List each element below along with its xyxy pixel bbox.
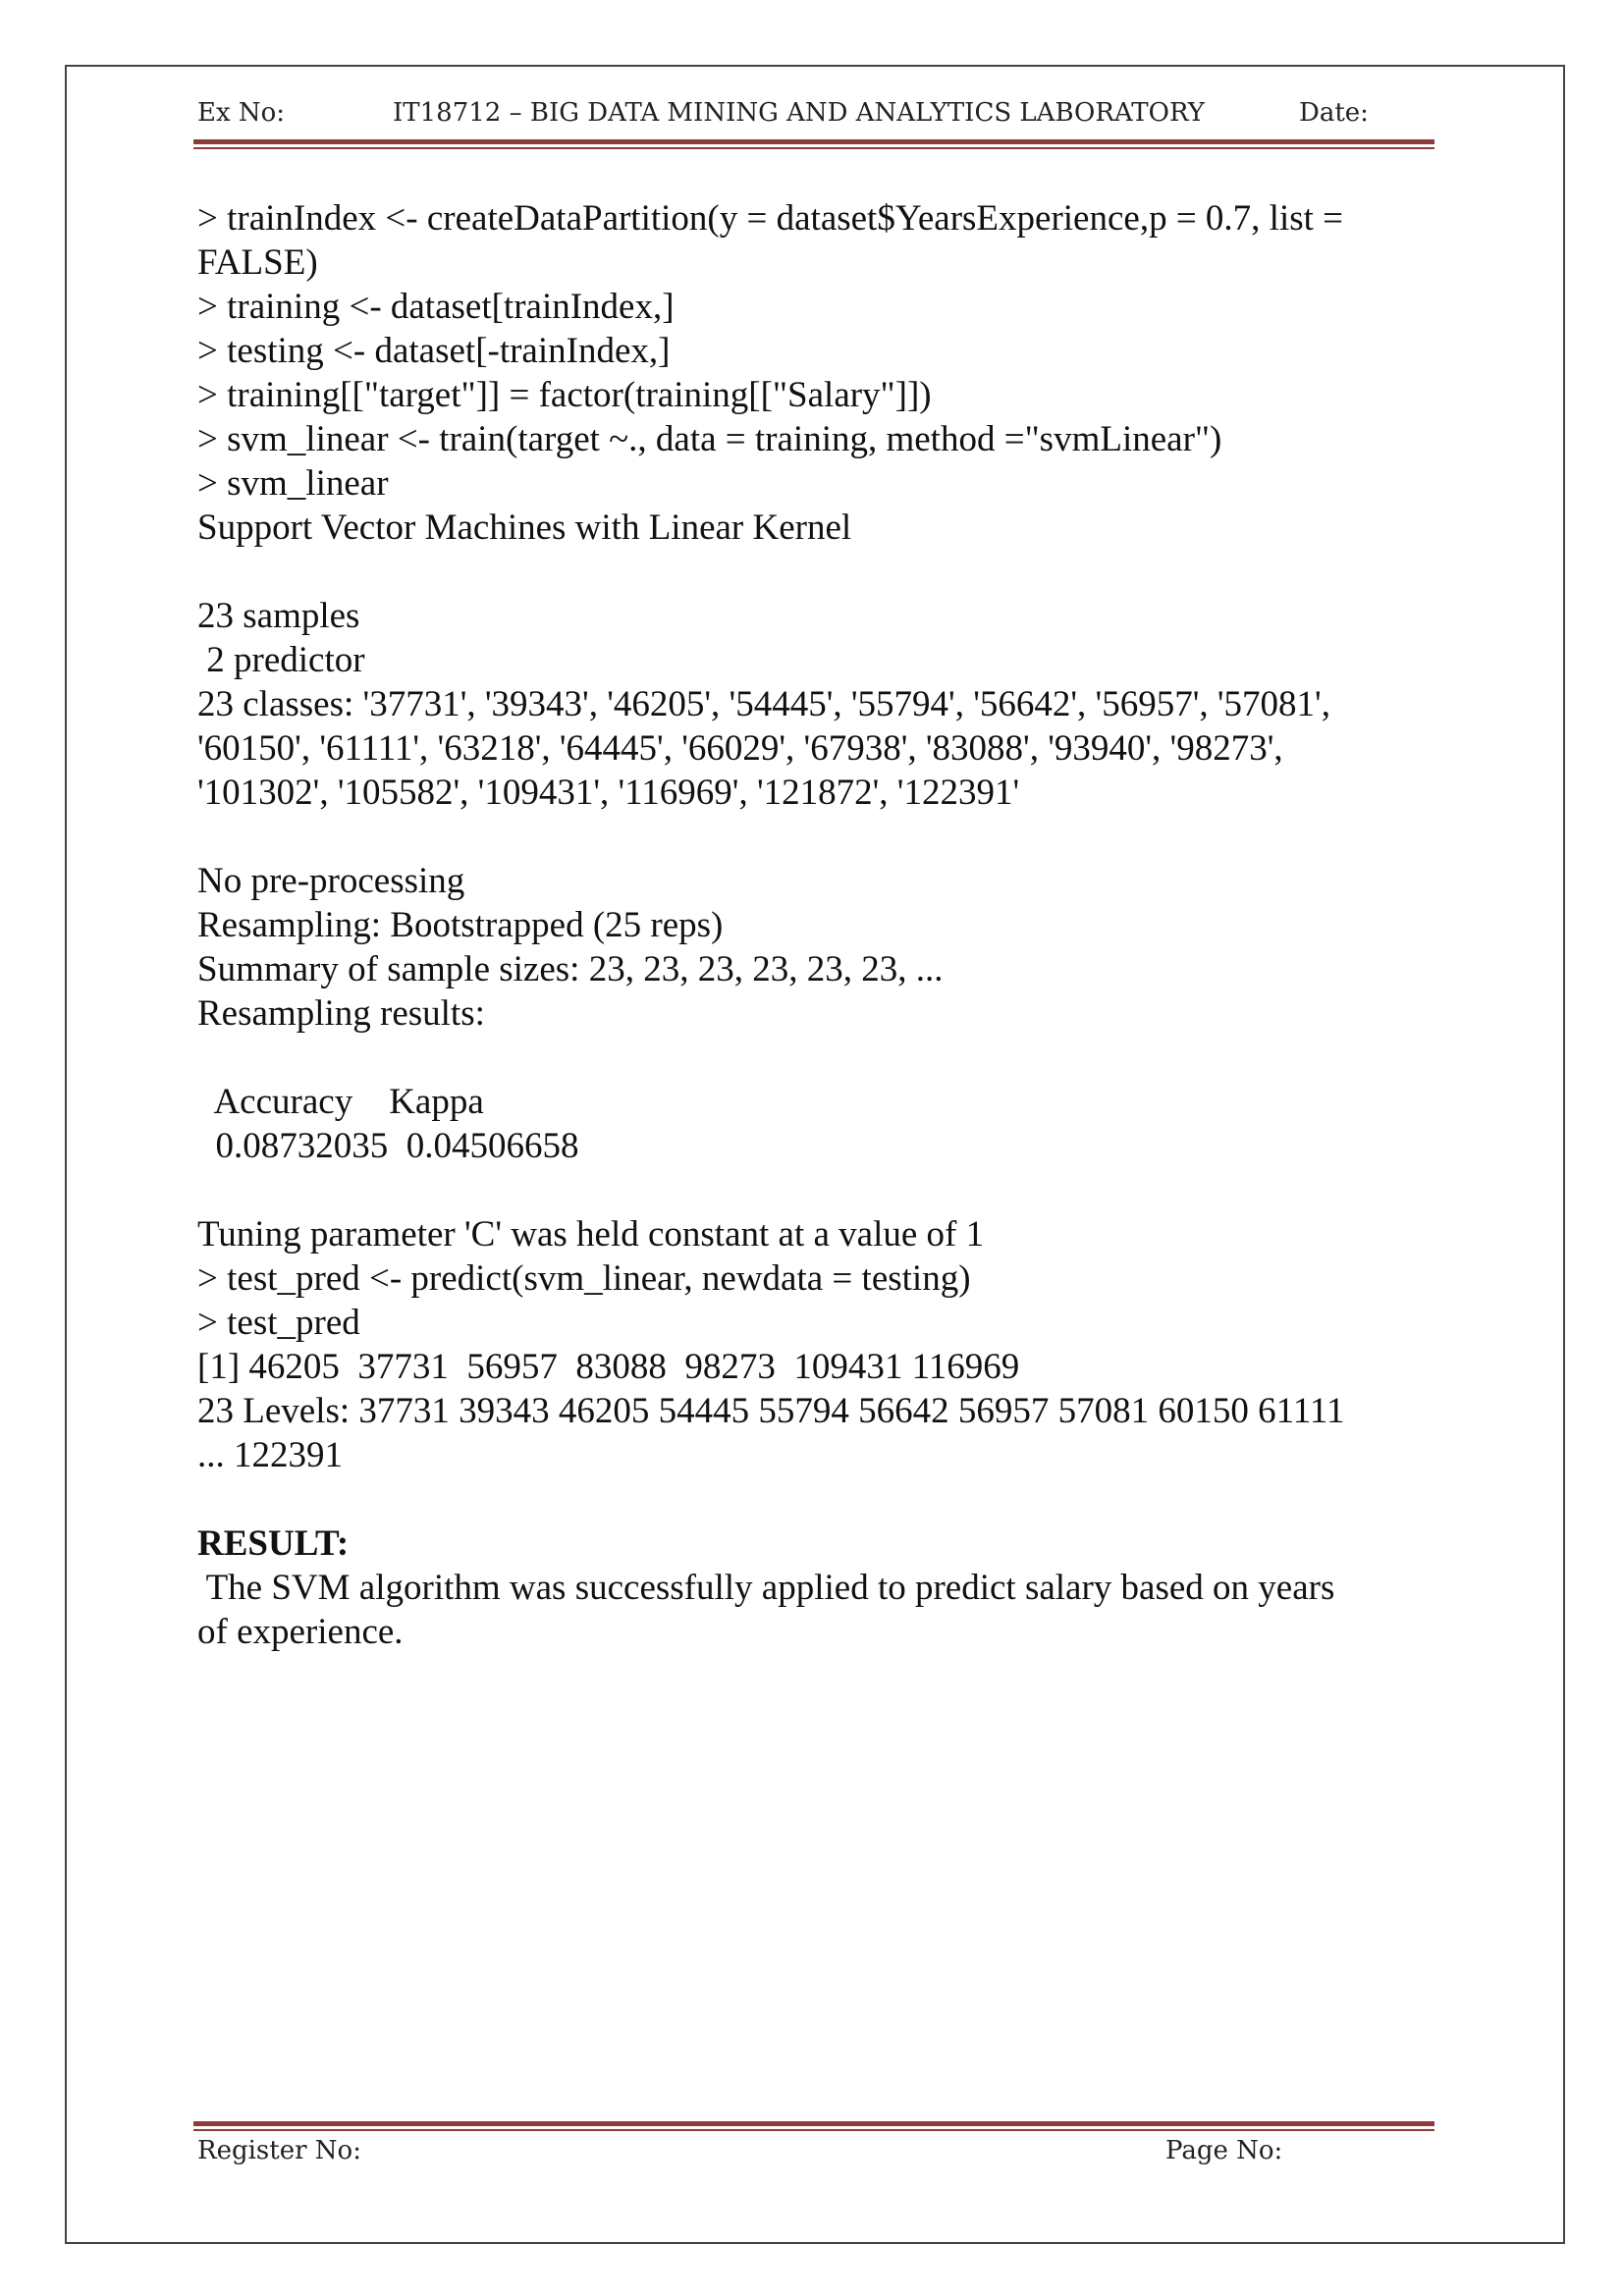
code-line: > training <- dataset[trainIndex,] — [197, 287, 675, 327]
code-line: > testing <- dataset[-trainIndex,] — [197, 331, 671, 371]
code-line: [1] 46205 37731 56957 83088 98273 109431… — [197, 1347, 1020, 1387]
code-line: Resampling results: — [197, 993, 485, 1034]
code-line: > svm_linear — [197, 463, 389, 504]
code-output-block: > trainIndex <- createDataPartition(y = … — [197, 196, 1434, 1522]
code-line: 2 predictor — [197, 640, 365, 680]
result-line: The SVM algorithm was successfully appli… — [197, 1568, 1335, 1608]
code-line: Resampling: Bootstrapped (25 reps) — [197, 905, 724, 945]
code-line: '101302', '105582', '109431', '116969', … — [197, 773, 1020, 813]
result-heading: RESULT: — [197, 1523, 350, 1564]
code-line: 23 classes: '37731', '39343', '46205', '… — [197, 684, 1330, 724]
header-rule-thin — [193, 147, 1434, 149]
code-line: Accuracy Kappa — [197, 1082, 484, 1122]
code-line: ... 122391 — [197, 1435, 343, 1475]
code-line: No pre-processing — [197, 861, 465, 901]
code-line: '60150', '61111', '63218', '64445', '660… — [197, 728, 1283, 769]
footer-rule-thin — [193, 2129, 1434, 2131]
code-line: > trainIndex <- createDataPartition(y = … — [197, 198, 1344, 239]
code-line: FALSE) — [197, 242, 318, 283]
code-line: Summary of sample sizes: 23, 23, 23, 23,… — [197, 949, 944, 989]
course-title: IT18712 – BIG DATA MINING AND ANALYTICS … — [393, 98, 1205, 128]
document-body: > trainIndex <- createDataPartition(y = … — [197, 196, 1434, 1654]
code-line: > svm_linear <- train(target ~., data = … — [197, 419, 1222, 459]
code-line: 0.08732035 0.04506658 — [197, 1126, 579, 1166]
page-no-label: Page No: — [1165, 2136, 1283, 2165]
code-line: Support Vector Machines with Linear Kern… — [197, 507, 852, 548]
footer-rule-thick — [193, 2121, 1434, 2126]
header-rule-thick — [193, 139, 1434, 144]
ex-no-label: Ex No: — [197, 98, 286, 128]
date-label: Date: — [1299, 98, 1369, 128]
code-line: > test_pred — [197, 1303, 360, 1343]
register-no-label: Register No: — [197, 2136, 361, 2165]
code-line: 23 samples — [197, 596, 360, 636]
result-line: of experience. — [197, 1612, 404, 1652]
code-line: > training[["target"]] = factor(training… — [197, 375, 932, 415]
code-line: > test_pred <- predict(svm_linear, newda… — [197, 1258, 971, 1299]
code-line: Tuning parameter 'C' was held constant a… — [197, 1214, 985, 1255]
code-line: 23 Levels: 37731 39343 46205 54445 55794… — [197, 1391, 1345, 1431]
